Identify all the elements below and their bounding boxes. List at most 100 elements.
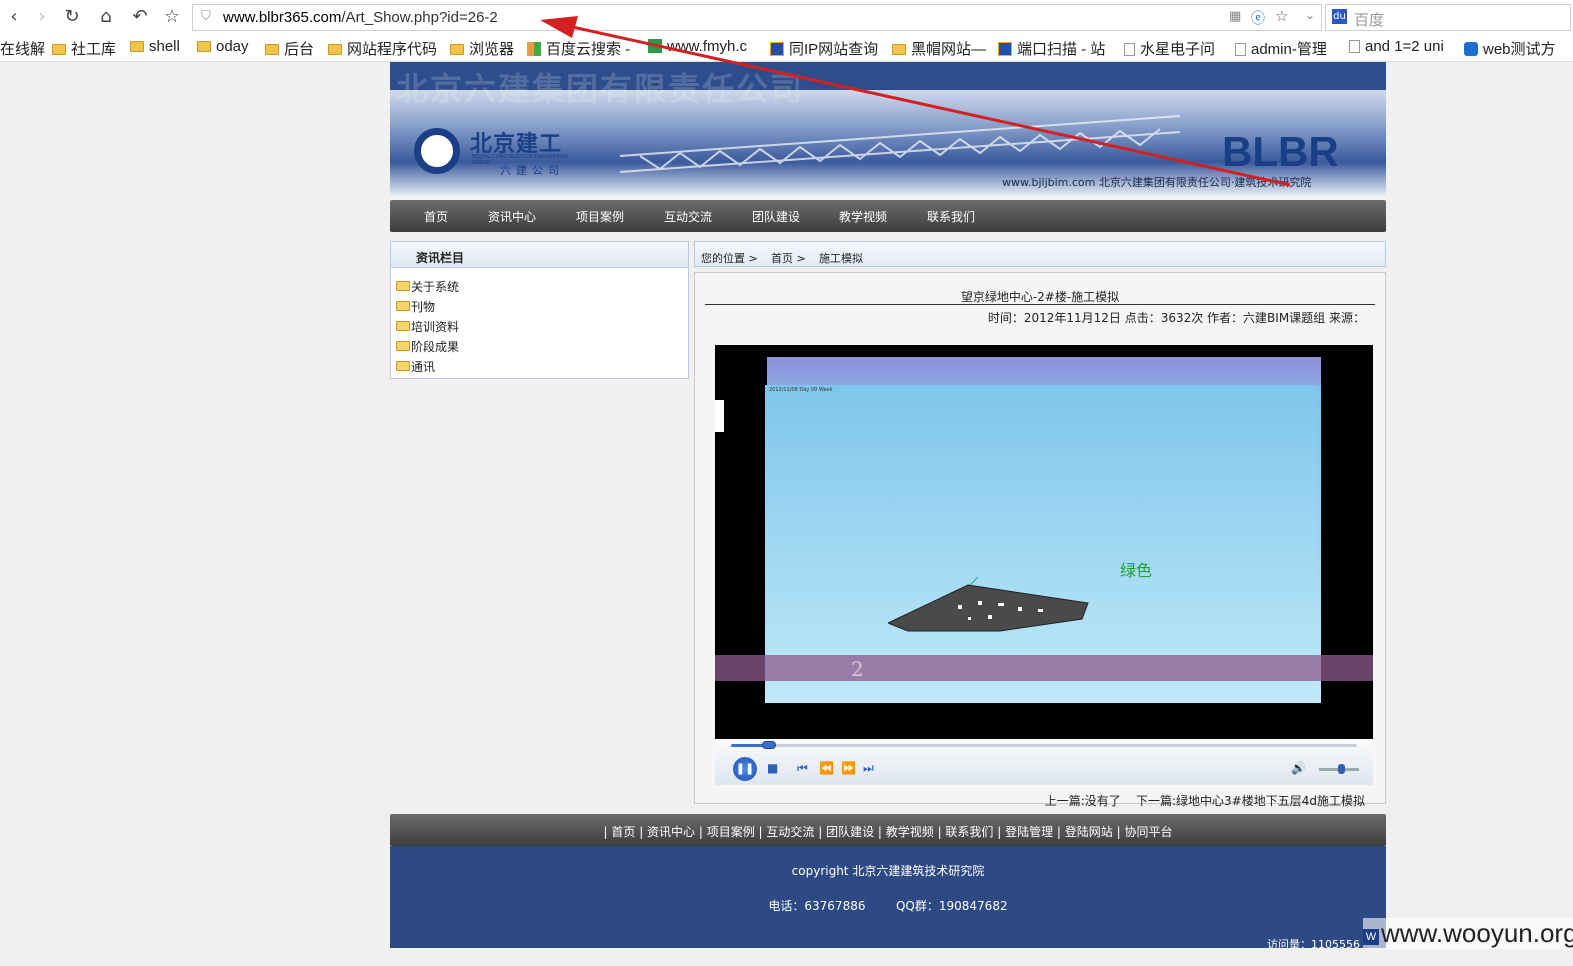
bookmark-item[interactable]: 水星电子问 (1124, 38, 1215, 59)
stop-icon[interactable]: ■ (767, 760, 778, 776)
sidebar-item[interactable]: 关于系统 (396, 278, 459, 295)
site-footer: copyright 北京六建建筑技术研究院 电话：63767886 QQ群：19… (390, 846, 1386, 951)
ie-icon[interactable]: ⓔ (1251, 8, 1265, 28)
truss-illustration (620, 115, 1180, 173)
bookmark-item[interactable]: shell (130, 38, 180, 55)
seek-handle[interactable] (761, 741, 776, 749)
nav-item[interactable]: 联系我们 (927, 208, 975, 225)
video-frame[interactable]: 2012/11/08 Day 09 Week 绿色 (765, 357, 1321, 703)
folder-icon (130, 41, 144, 52)
prev-next-links: 上一篇:没有了 下一篇:绿地中心3#楼地下五层4d施工模拟 (1045, 792, 1365, 809)
browser-toolbar: ‹ › ↻ ⌂ ↶ ☆ ⛉ www.blbr365.com/Art_Show.p… (0, 0, 1573, 34)
web-page: 北京六建集团有限责任公司 北京建工 BEIJING CONSTRUCTION E… (390, 62, 1386, 951)
bookmark-item[interactable]: 后台 (265, 38, 314, 59)
shield-icon: ⛉ (201, 9, 211, 24)
page-icon (1235, 43, 1246, 56)
green-label: 绿色 (1120, 561, 1153, 580)
bookmark-label: web测试方 (1483, 41, 1556, 58)
sidebar-title: 资讯栏目 (416, 251, 465, 265)
bookmark-item[interactable]: 社工库 (52, 38, 116, 59)
sidebar-item-label: 刊物 (411, 300, 436, 314)
bookmark-item[interactable]: and 1=2 uni (1349, 38, 1444, 55)
sidebar-item-label: 通讯 (411, 360, 436, 374)
rewind-icon[interactable]: ⏪ (819, 760, 834, 776)
video-player[interactable]: 2012/11/08 Day 09 Week 绿色 2 ❚❚ ■ ⏮ ⏪ ⏩ ⏭… (715, 345, 1373, 785)
nav-item[interactable]: 团队建设 (752, 208, 800, 225)
nav-item[interactable]: 首页 (424, 208, 448, 225)
folder-icon (396, 301, 410, 311)
nav-item[interactable]: 项目案例 (576, 208, 624, 225)
bookmarks-bar: 在线解 社工库 shell oday 后台 网站程序代码 浏览器 百度云搜索 - www.fmy… (0, 35, 1573, 61)
sidebar-item[interactable]: 阶段成果 (396, 338, 459, 355)
banner-faint-text: 北京六建集团有限责任公司 (396, 70, 805, 108)
bookmark-item[interactable]: oday (197, 38, 249, 55)
footer-nav: | 首页 | 资讯中心 | 项目案例 | 互动交流 | 团队建设 | 教学视频 … (390, 814, 1386, 846)
favorite-star-icon[interactable]: ☆ (1275, 7, 1288, 25)
chevron-down-icon[interactable]: ⌄ (1305, 8, 1315, 22)
banner-caption: www.bjljbim.com 北京六建集团有限责任公司·建筑技术研究院 (1002, 176, 1312, 189)
bookmark-label: 社工库 (71, 41, 117, 58)
visit-counter: 访问量：1105556 (1267, 938, 1360, 951)
nav-item[interactable]: 资讯中心 (488, 208, 536, 225)
baidu-icon: du (1332, 9, 1347, 24)
volume-handle[interactable] (1338, 764, 1345, 774)
bookmark-item[interactable]: 浏览器 (450, 38, 514, 59)
next-article-link[interactable]: 下一篇:绿地中心3#楼地下五层4d施工模拟 (1136, 794, 1365, 808)
sidebar-item[interactable]: 通讯 (396, 358, 435, 375)
skip-back-icon[interactable]: ⏮ (797, 760, 808, 776)
back-icon[interactable]: ‹ (2, 5, 26, 29)
volume-icon[interactable]: 🔊 (1291, 760, 1306, 776)
site-icon (1464, 42, 1478, 56)
bookmark-item[interactable]: 网站程序代码 (328, 38, 437, 59)
bookmark-item[interactable]: 在线解 (0, 38, 45, 59)
building-slab-model (888, 577, 1089, 632)
bookmark-star-icon[interactable]: ☆ (160, 5, 184, 29)
watermark: Wwww.wooyun.org (1363, 918, 1573, 949)
watermark-text: www.wooyun.org (1381, 918, 1573, 948)
reload-icon[interactable]: ↻ (60, 5, 84, 29)
pause-icon[interactable]: ❚❚ (733, 757, 757, 781)
fast-forward-icon[interactable]: ⏩ (841, 760, 856, 776)
sidebar: 资讯栏目 关于系统刊物培训资料阶段成果通讯 (390, 241, 689, 379)
prev-article-link[interactable]: 上一篇:没有了 (1045, 794, 1121, 808)
search-box[interactable]: du 百度 (1325, 4, 1571, 31)
player-side-tab (715, 400, 724, 432)
sidebar-item[interactable]: 刊物 (396, 298, 435, 315)
nav-item[interactable]: 教学视频 (839, 208, 887, 225)
url-text: www.blbr365.com/Art_Show.php?id=26-2 (223, 9, 498, 26)
forward-icon[interactable]: › (30, 5, 54, 29)
nav-item[interactable]: 互动交流 (664, 208, 712, 225)
breadcrumb-item[interactable]: 施工模拟 (819, 250, 863, 266)
folder-icon (450, 44, 464, 55)
address-bar[interactable]: ⛉ www.blbr365.com/Art_Show.php?id=26-2 ▦… (192, 4, 1322, 31)
bookmark-item[interactable]: 端口扫描 - 站 (998, 38, 1105, 59)
home-icon[interactable]: ⌂ (94, 5, 118, 29)
bookmark-item[interactable]: web测试方 (1464, 38, 1556, 59)
folder-icon (396, 281, 410, 291)
skip-forward-icon[interactable]: ⏭ (863, 760, 874, 776)
site-logo[interactable]: 北京建工 BEIJING CONSTRUCTION ENGINEERING GR… (408, 124, 578, 178)
bookmark-label: 水星电子问 (1140, 41, 1216, 58)
sidebar-item-label: 培训资料 (411, 320, 460, 334)
bookmark-item[interactable]: 同IP网站查询 (770, 38, 878, 59)
bookmark-item[interactable]: www.fmyh.c (648, 38, 747, 55)
bookmark-label: oday (216, 38, 249, 55)
logo-emblem-icon (414, 128, 460, 174)
breadcrumb-item[interactable]: 首页 > (771, 250, 806, 266)
bookmark-item[interactable]: 百度云搜索 - (527, 38, 630, 59)
folder-icon (396, 361, 410, 371)
folder-icon (396, 321, 410, 331)
qr-code-icon[interactable]: ▦ (1229, 9, 1241, 24)
bookmark-item[interactable]: 黑帽网站— (892, 38, 986, 59)
sidebar-item-label: 关于系统 (411, 280, 460, 294)
undo-icon[interactable]: ↶ (128, 5, 152, 29)
seek-bar[interactable] (731, 741, 1357, 749)
breadcrumb: 您的位置 > 首页 > 施工模拟 (694, 241, 1386, 267)
footer-nav-links[interactable]: | 首页 | 资讯中心 | 项目案例 | 互动交流 | 团队建设 | 教学视频 … (390, 823, 1386, 840)
bookmark-label: 网站程序代码 (347, 41, 438, 58)
breadcrumb-item: 您的位置 > (701, 252, 758, 265)
bookmark-label: admin-管理 (1251, 41, 1327, 58)
bookmark-item[interactable]: admin-管理 (1235, 38, 1327, 59)
bookmark-label: www.fmyh.c (667, 38, 748, 55)
sidebar-item[interactable]: 培训资料 (396, 318, 459, 335)
